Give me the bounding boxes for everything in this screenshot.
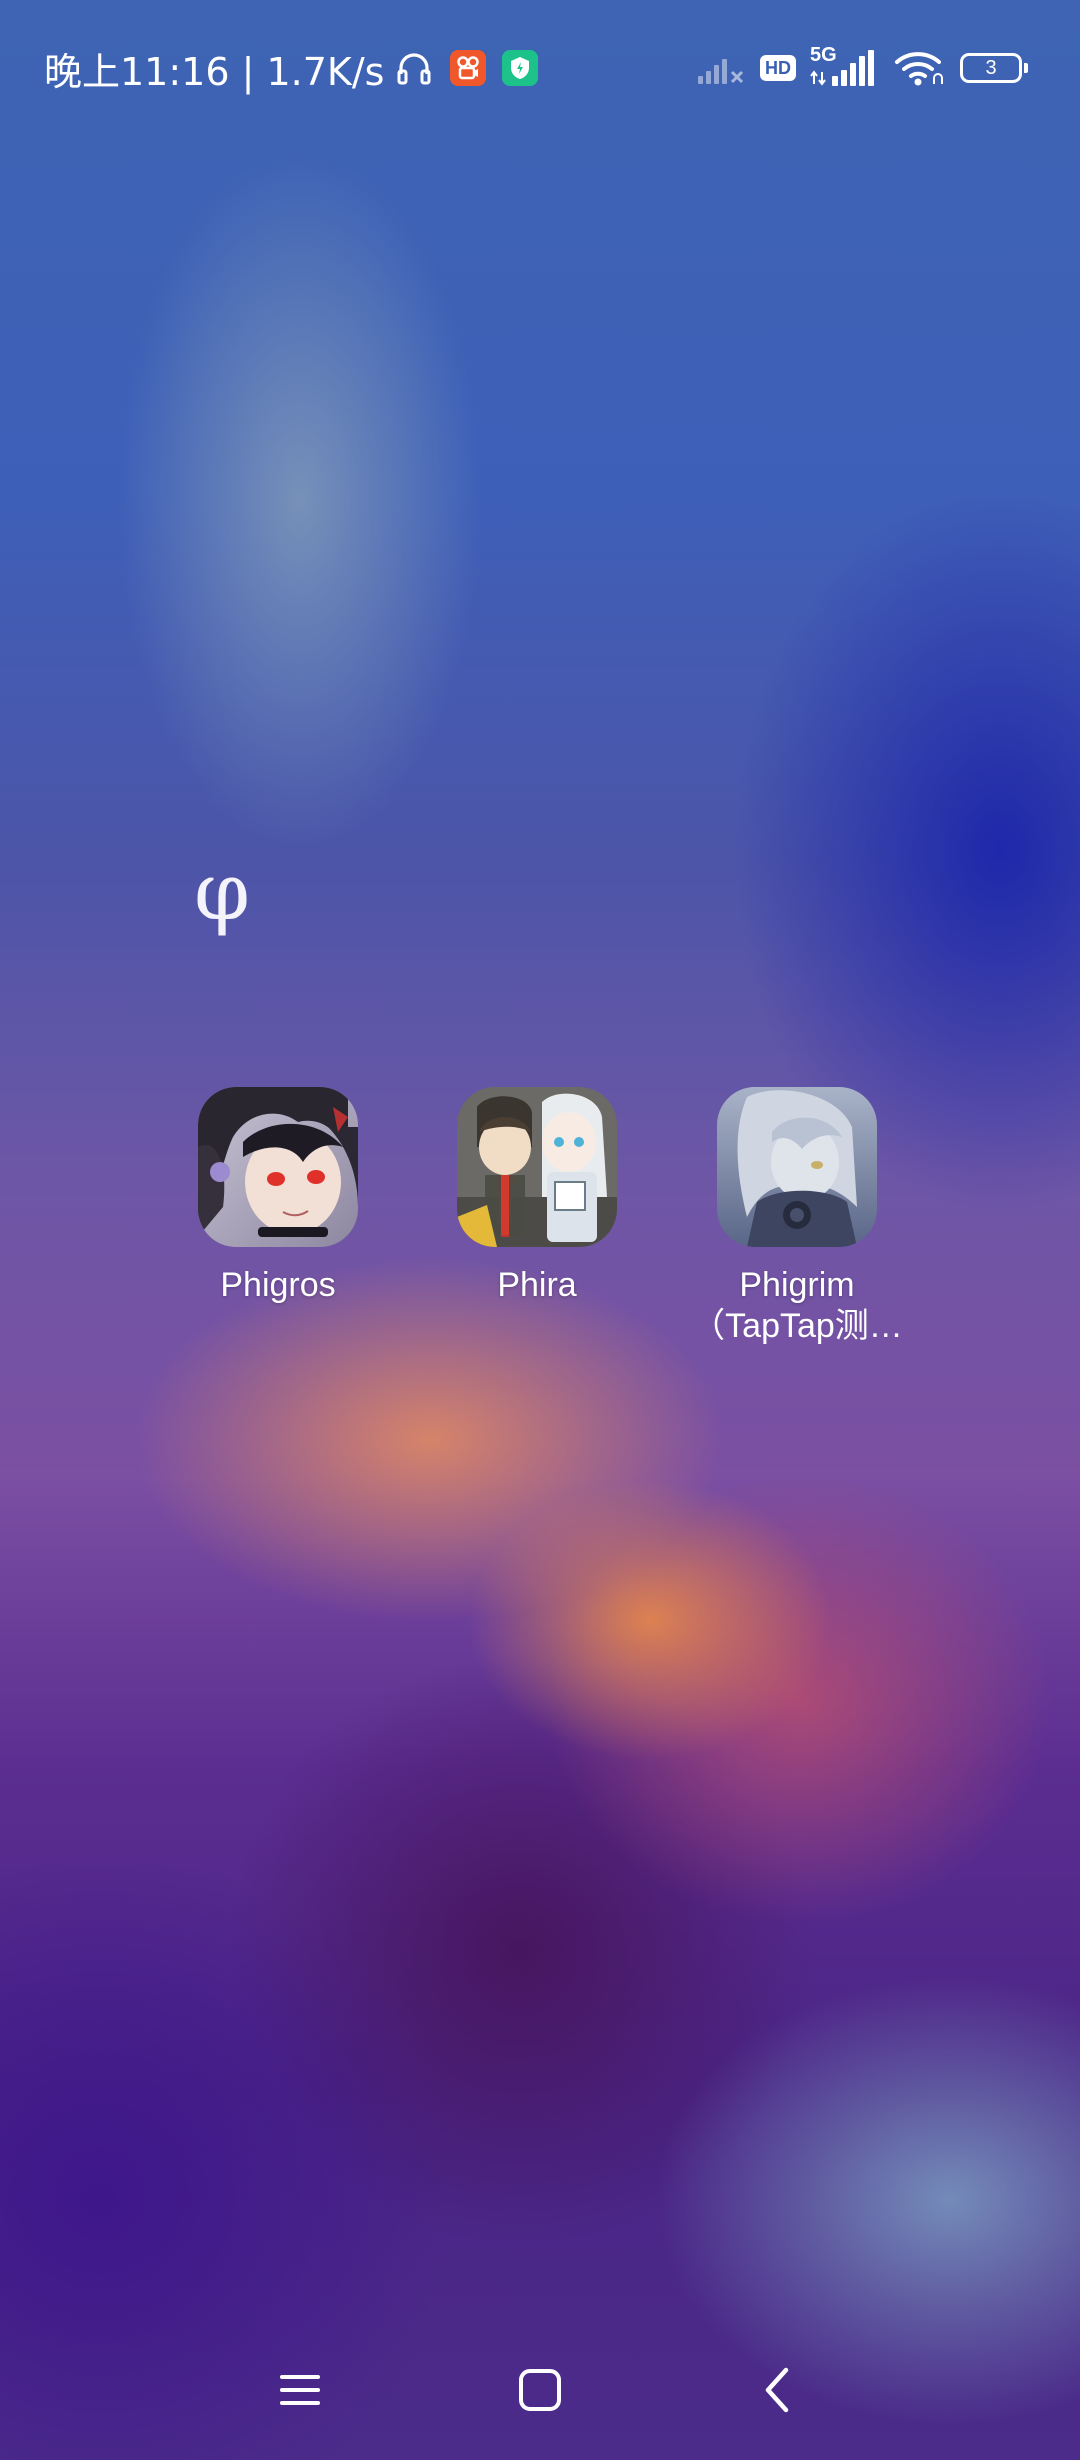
folder-title[interactable]: φ [194,842,250,942]
phigrim-label-line2: （TapTap测… [691,1307,903,1345]
network-type-label: 5G [810,44,837,66]
phira-app-icon[interactable] [457,1087,617,1247]
phigros-label: Phigros [220,1266,336,1304]
hd-icon: HD [760,55,796,81]
kuaishou-app-icon [450,50,487,86]
menu-button[interactable] [260,2350,340,2430]
navigation-bar [0,2320,1080,2460]
back-button[interactable] [738,2350,818,2430]
security-shield-icon [502,50,539,86]
home-icon [519,2369,561,2411]
signal-weak-icon [696,50,746,86]
home-button[interactable] [500,2350,580,2430]
back-icon [765,2367,789,2413]
battery-level: 3 [985,56,997,79]
5g-signal-icon: 5G [810,44,880,88]
phigros-app-icon[interactable] [198,1087,358,1247]
battery-icon: 3 [960,53,1028,83]
status-left: 晚上11:16 | 1.7K/s [44,40,539,96]
phigrim-app-icon[interactable] [717,1087,877,1247]
phigrim-label: Phigrim [739,1266,855,1304]
time-and-speed: 晚上11:16 | 1.7K/s [44,49,385,94]
wifi-icon [894,48,946,88]
status-bar: 晚上11:16 | 1.7K/s HD 5G 3 [0,40,1080,96]
app-phira[interactable]: Phira [407,1087,667,1305]
app-phigros[interactable]: Phigros [148,1087,408,1305]
app-phigrim[interactable]: Phigrim （TapTap测… [667,1087,927,1347]
headset-icon [394,48,434,88]
phira-label: Phira [497,1266,577,1304]
status-right: HD 5G 3 [696,40,1028,96]
menu-icon [280,2375,320,2405]
